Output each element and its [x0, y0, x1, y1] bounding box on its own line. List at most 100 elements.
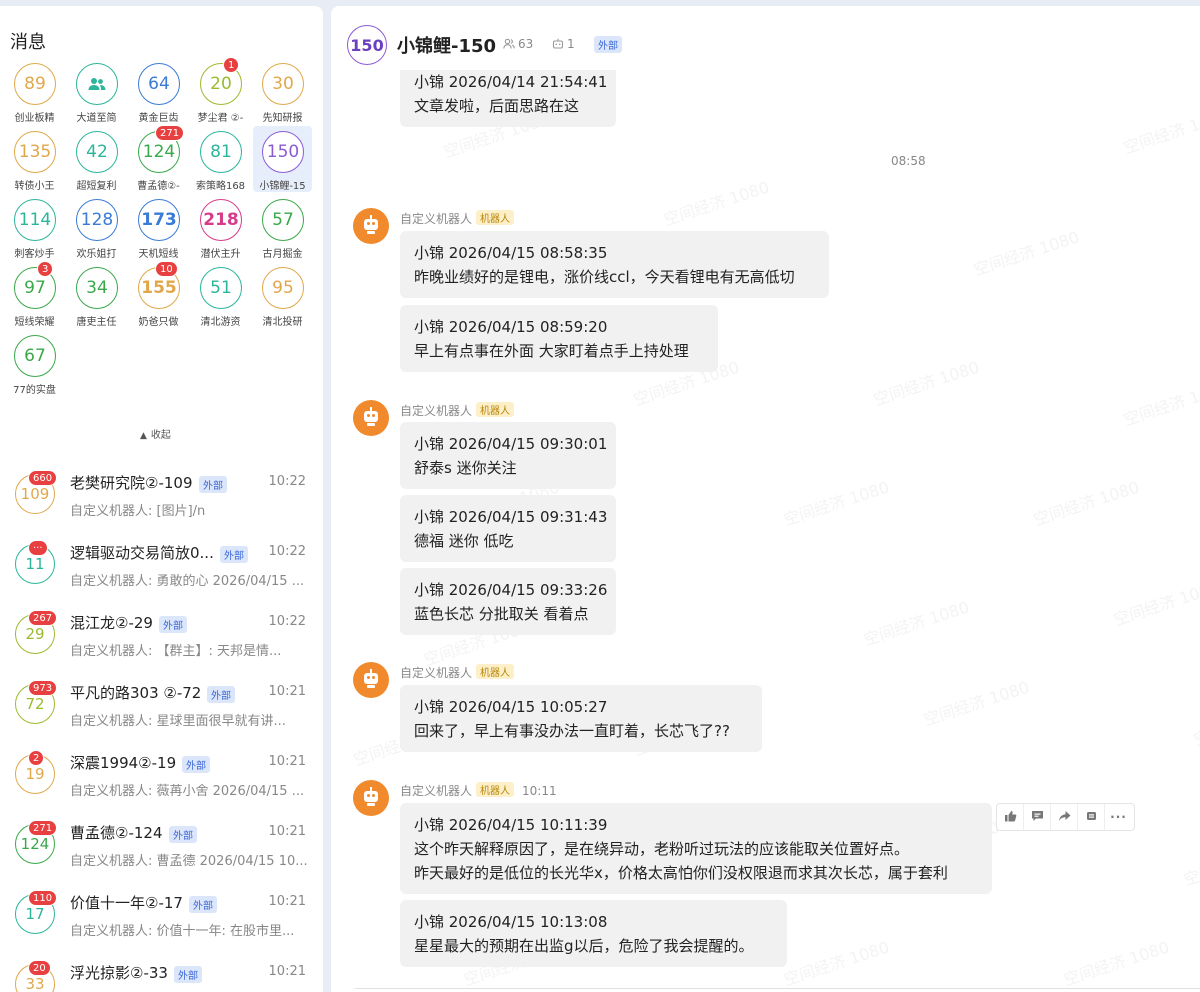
group-tile[interactable]: 155 10 奶爸只做: [129, 261, 188, 328]
bot-avatar[interactable]: [353, 208, 389, 244]
conversation-item[interactable]: 109 660 老樊研究院②-109 外部 10:22 自定义机器人: [图片]/n: [0, 464, 323, 534]
bot-count[interactable]: 1: [552, 37, 575, 51]
message-text: 蓝色长芯 分批取关 看着点: [414, 605, 589, 623]
thumbs-up-button[interactable]: [997, 804, 1024, 830]
group-tile[interactable]: 30 先知研报: [253, 58, 312, 124]
forward-button[interactable]: [1051, 804, 1078, 830]
robot-neck: [367, 231, 375, 234]
message-bubble[interactable]: 小锦 2026/04/15 09:33:26 蓝色长芯 分批取关 看着点: [400, 568, 616, 635]
message-text: 昨天最好的是低位的长光华x，价格太高怕你们没权限退而求其次长芯，属于套利: [414, 864, 948, 882]
message-time: 10:11: [522, 784, 557, 798]
bot-avatar[interactable]: [353, 400, 389, 436]
comment-icon: [1031, 810, 1044, 825]
group-tile[interactable]: 57 古月掘金: [253, 194, 312, 260]
message-bubble[interactable]: 小锦 2026/04/15 10:05:27 回来了，早上有事没办法一直盯着，长芯…: [400, 685, 762, 752]
conversation-item[interactable]: 19 2 深震1994②-19 外部 10:21 自定义机器人: 薇苒小舍 2026/04…: [0, 744, 323, 814]
group-tile[interactable]: 42 超短复利: [67, 126, 126, 192]
robot-face-icon: [364, 411, 378, 422]
group-tile-label: 先知研报: [262, 113, 303, 124]
group-tile[interactable]: 150 小锦鲤-15: [253, 126, 312, 192]
conversation-item[interactable]: 124 271 曹孟德②-124 外部 10:21 自定义机器人: 曹孟德 2026/04…: [0, 814, 323, 884]
bot-avatar[interactable]: [353, 780, 389, 816]
pin-icon: [1085, 810, 1098, 825]
sender-line: 自定义机器人 机器人: [400, 402, 515, 419]
conversation-time: 10:22: [268, 614, 306, 629]
message-meta: 小锦 2026/04/15 09:30:01: [414, 435, 608, 453]
message-bubble[interactable]: 小锦 2026/04/15 08:59:20 早上有点事在外面 大家盯着点手上持处…: [400, 305, 718, 372]
message-bubble[interactable]: 小锦 2026/04/15 10:13:08 星星最大的预期在出监g以后，危险了我…: [400, 900, 787, 967]
message-text: 昨晚业绩好的是锂电，涨价线ccl，今天看锂电有无高低切: [414, 268, 795, 286]
group-tile[interactable]: 97 3 短线荣耀: [5, 261, 64, 328]
message-bubble[interactable]: 小锦 2026/04/15 08:58:35 昨晚业绩好的是锂电，涨价线ccl，今…: [400, 231, 829, 298]
group-tile[interactable]: 135 转债小王: [5, 126, 64, 192]
group-tile[interactable]: 124 271 曹孟德②-: [129, 125, 188, 192]
external-tag: 外部: [594, 36, 622, 53]
conversation-time: 10:22: [268, 544, 306, 559]
group-tile[interactable]: 81 索策略168: [191, 126, 250, 192]
sender-name[interactable]: 自定义机器人: [400, 212, 472, 226]
group-tile[interactable]: 大道至简: [67, 58, 126, 124]
external-tag: 外部: [182, 756, 210, 773]
message-text: 舒泰s 迷你关注: [414, 459, 517, 477]
group-avatar[interactable]: 150: [347, 25, 387, 65]
conversation-item[interactable]: 33 20 浮光掠影②-33 外部 10:21: [0, 954, 323, 992]
conversation-name: 平凡的路303 ②-72: [70, 682, 201, 703]
external-tag: 外部: [174, 966, 202, 983]
conversation-item[interactable]: 29 267 混江龙②-29 外部 10:22 自定义机器人: 【群主】: 天邦是情...: [0, 604, 323, 674]
conversation-time: 10:22: [268, 474, 306, 489]
group-tile-label: 曹孟德②-: [137, 181, 180, 192]
group-avatar: 128: [76, 199, 118, 241]
member-count[interactable]: 63: [503, 37, 533, 51]
group-avatar: 89: [14, 63, 56, 105]
message-area[interactable]: 空间经济 1080 空间经济 1080 空间经济 1080 空间经济 1080 空间经济…: [331, 70, 1200, 992]
group-tile[interactable]: 173 天机短线: [129, 194, 188, 260]
message-text: 德福 迷你 低吃: [414, 532, 514, 550]
watermark-text: 空间经济 1080: [1111, 577, 1200, 630]
group-avatar: 42: [76, 131, 118, 173]
group-tile[interactable]: 34 唐吏主任: [67, 262, 126, 328]
message-bubble[interactable]: 小锦 2026/04/15 09:31:43 德福 迷你 低吃: [400, 495, 616, 562]
message-bubble[interactable]: 小锦 2026/04/14 21:54:41 文章发啦，后面思路在这: [400, 70, 616, 127]
bot-avatar[interactable]: [353, 662, 389, 698]
conversation-time: 10:21: [268, 684, 306, 699]
conversation-preview: 自定义机器人: 勇敢的心 2026/04/15 ...: [70, 574, 305, 589]
message-bubble[interactable]: 小锦 2026/04/15 10:11:39 这个昨天解释原因了，是在绕异动，老粉…: [400, 803, 992, 894]
group-tile[interactable]: 51 清北游资: [191, 262, 250, 328]
group-tile[interactable]: 20 1 梦尘君 ②-: [191, 57, 250, 124]
group-tile[interactable]: 114 刺客炒手: [5, 194, 64, 260]
group-avatar: 95: [262, 267, 304, 309]
conversation-name-text: 价值十一年②-17: [70, 894, 183, 912]
group-tile-label: 77的实盘: [13, 385, 56, 396]
robot-icon: [552, 38, 564, 49]
more-button[interactable]: ···: [1105, 804, 1132, 830]
conversation-item[interactable]: 17 110 价值十一年②-17 外部 10:21 自定义机器人: 价值十一年: 在股市里…: [0, 884, 323, 954]
watermark-text: 空间经济 1080: [1121, 377, 1200, 430]
message-bubble[interactable]: 小锦 2026/04/15 09:30:01 舒泰s 迷你关注: [400, 422, 616, 489]
group-tile[interactable]: 64 黄金巨齿: [129, 58, 188, 124]
sender-name[interactable]: 自定义机器人: [400, 784, 472, 798]
unread-badge: 10: [155, 261, 178, 277]
group-tile[interactable]: 89 创业板精: [5, 58, 64, 124]
pin-button[interactable]: [1078, 804, 1105, 830]
robot-neck: [367, 803, 375, 806]
conversation-preview: 自定义机器人: [图片]/n: [70, 504, 206, 519]
message-text: 早上有点事在外面 大家盯着点手上持处理: [414, 342, 689, 360]
group-tile[interactable]: 218 潜伏主升: [191, 194, 250, 260]
comment-button[interactable]: [1024, 804, 1051, 830]
unread-badge: 20: [28, 960, 51, 976]
group-tile[interactable]: 95 清北投研: [253, 262, 312, 328]
input-divider: [355, 988, 1200, 989]
sender-name[interactable]: 自定义机器人: [400, 666, 472, 680]
chat-panel: 150 小锦鲤-150 63 1 外部 空间经济 1080 空间经济 1080 空间…: [331, 6, 1200, 992]
group-tile[interactable]: 67 77的实盘: [5, 330, 64, 396]
sender-name[interactable]: 自定义机器人: [400, 404, 472, 418]
conversation-name: 浮光掠影②-33: [70, 962, 168, 983]
conversation-item[interactable]: 11 ··· 逻辑驱动交易简放0... 外部 10:22 自定义机器人: 勇敢的心 202…: [0, 534, 323, 604]
bot-tag: 机器人: [476, 664, 515, 679]
members-icon: [503, 38, 515, 49]
conversation-item[interactable]: 72 973 平凡的路303 ②-72 外部 10:21 自定义机器人: 星球里面很早就有…: [0, 674, 323, 744]
collapse-button[interactable]: ▲ 收起: [140, 426, 171, 441]
group-tile-label: 欢乐姐打: [76, 249, 117, 260]
unread-badge: 271: [155, 125, 185, 141]
group-tile[interactable]: 128 欢乐姐打: [67, 194, 126, 260]
